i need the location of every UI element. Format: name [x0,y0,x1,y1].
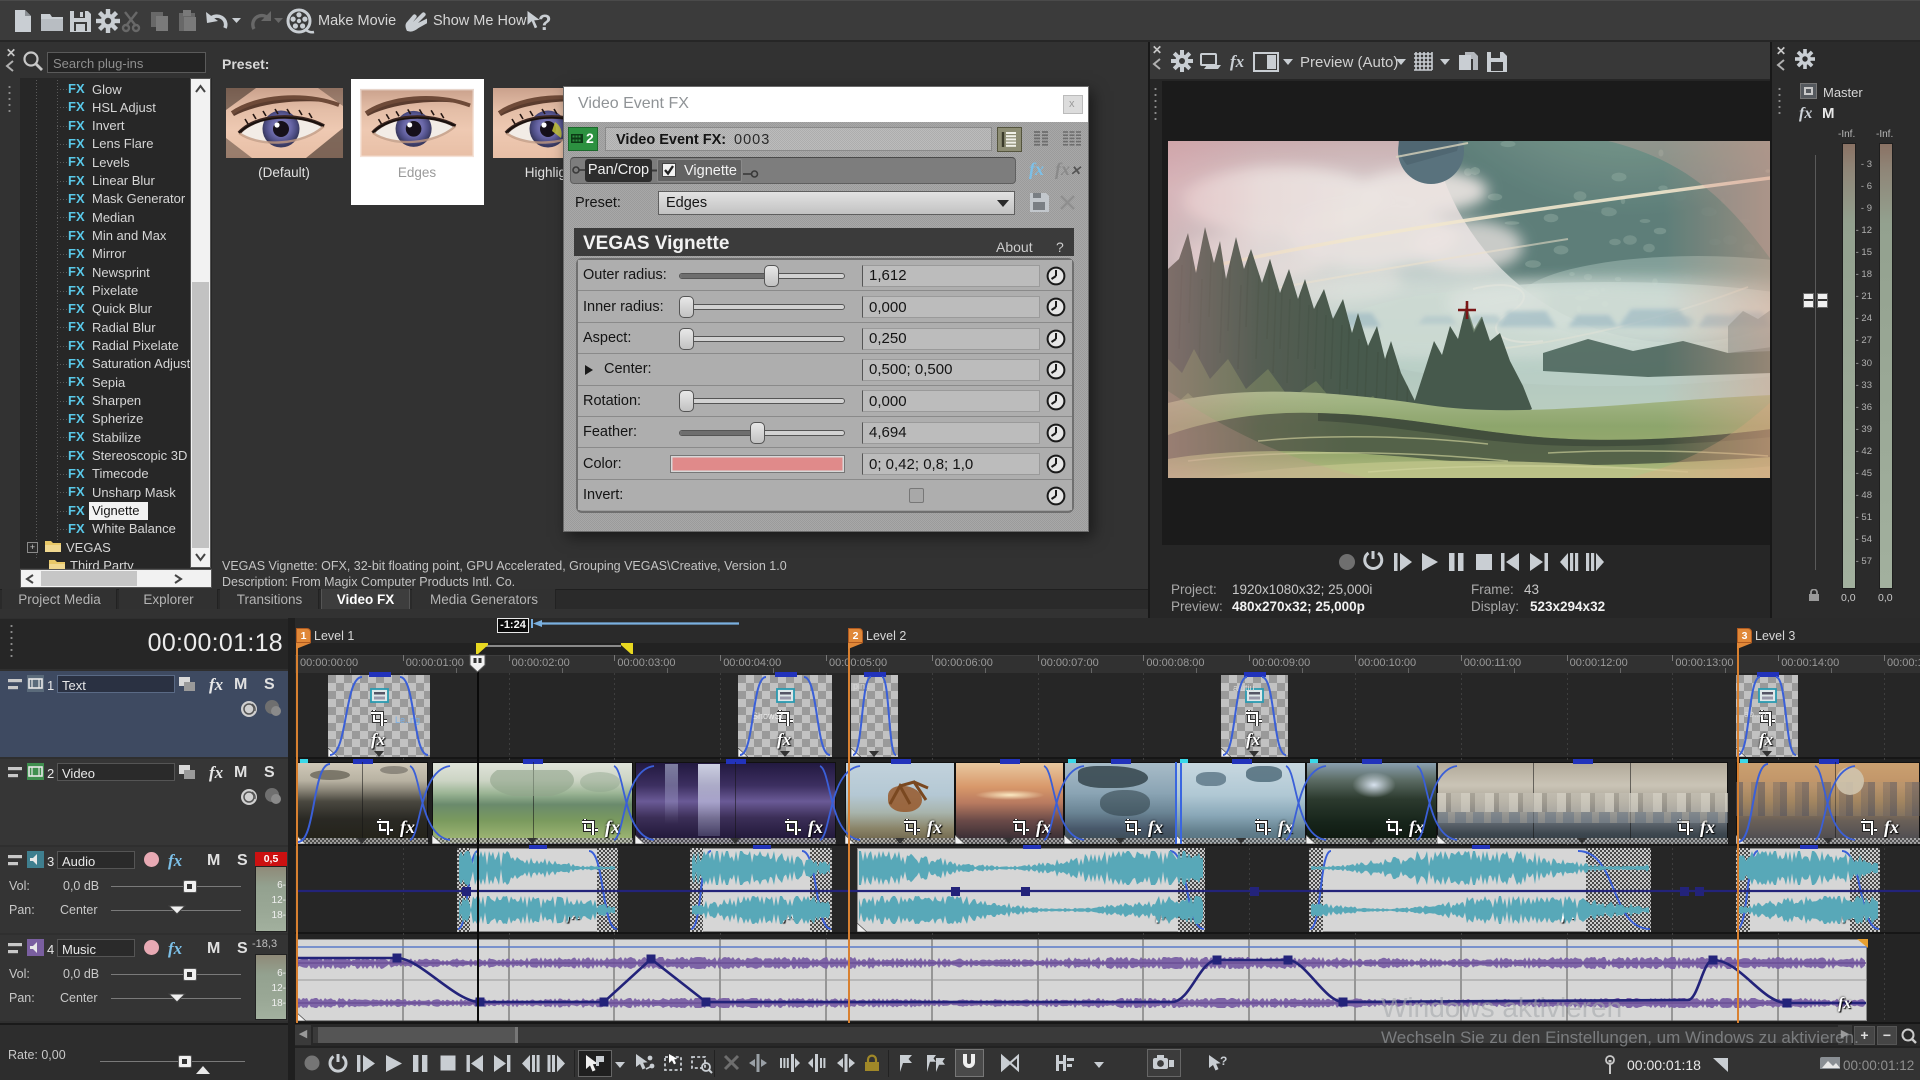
svg-text:?: ? [538,10,551,35]
svg-text:?: ? [1220,1054,1227,1068]
